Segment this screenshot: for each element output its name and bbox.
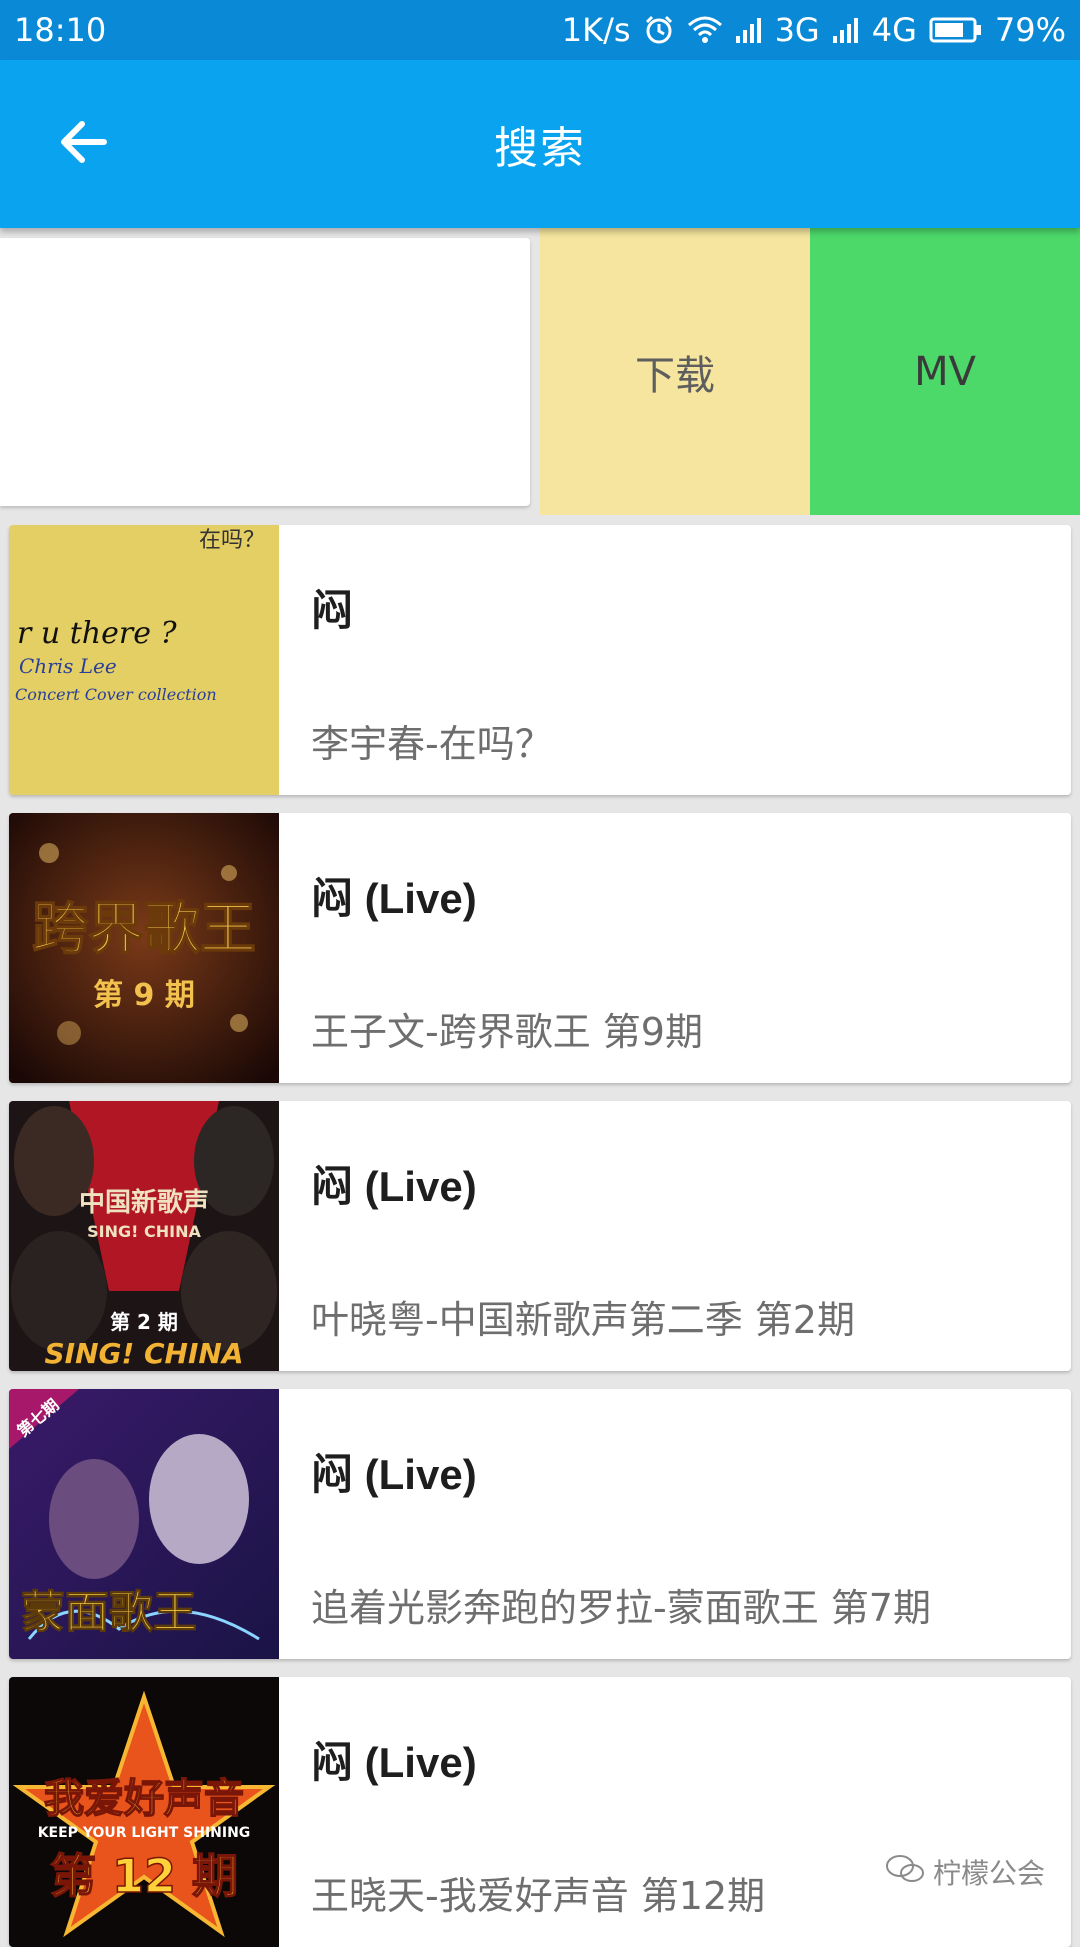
cover-text: 中国新歌声 <box>79 1187 209 1218</box>
album-cover: 跨界歌王 第 9 期 <box>9 813 279 1083</box>
result-item[interactable]: 我爱好声音 KEEP YOUR LIGHT SHINING 第 12 期 闷 (… <box>9 1677 1071 1947</box>
cover-text: 跨界歌王 <box>32 897 256 962</box>
signal-icon <box>735 16 763 44</box>
status-time: 18:10 <box>14 11 107 49</box>
swiped-result-row: 下载 MV <box>0 228 1080 515</box>
sim2-network-type: 4G <box>871 11 917 49</box>
download-button[interactable]: 下载 <box>540 228 810 515</box>
album-cover: 中国新歌声 SING! CHINA 第 2 期 SING! CHINA <box>9 1101 279 1371</box>
album-cover: 第七期 蒙面歌王 <box>9 1389 279 1659</box>
result-item[interactable]: 在吗？ r u there ? Chris Lee Concert Cover … <box>9 525 1071 795</box>
song-title: 闷 <box>311 587 354 634</box>
result-item[interactable]: 第七期 蒙面歌王 闷 (Live) 追着光影奔跑的罗拉-蒙面歌王 第7期 <box>9 1389 1071 1659</box>
song-title: 闷 (Live) <box>311 875 477 922</box>
result-item[interactable]: 中国新歌声 SING! CHINA 第 2 期 SING! CHINA 闷 (L… <box>9 1101 1071 1371</box>
cover-text: 在吗？ <box>199 528 265 553</box>
album-cover: 我爱好声音 KEEP YOUR LIGHT SHINING 第 12 期 <box>9 1677 279 1947</box>
song-subtitle: 王子文-跨界歌王 第9期 <box>311 1010 703 1054</box>
status-bar: 18:10 1K/s 3G 4G 79% <box>0 0 1080 60</box>
cover-text: Concert Cover collection <box>15 685 217 704</box>
watermark: 柠檬公会 <box>885 1852 1045 1892</box>
cover-text: SING! CHINA <box>44 1337 243 1370</box>
song-title: 闷 (Live) <box>311 1739 477 1786</box>
cover-text: 第 9 期 <box>93 978 195 1013</box>
cover-text: 第 12 期 <box>50 1849 238 1903</box>
album-cover: 在吗？ r u there ? Chris Lee Concert Cover … <box>9 525 279 795</box>
cover-text: SING! CHINA <box>87 1222 201 1241</box>
result-item[interactable]: 跨界歌王 第 9 期 闷 (Live) 王子文-跨界歌王 第9期 <box>9 813 1071 1083</box>
watermark-text: 柠檬公会 <box>933 1857 1046 1890</box>
sim1-network-type: 3G <box>774 11 820 49</box>
status-icons: 1K/s 3G 4G 79% <box>562 11 1066 49</box>
song-title: 闷 (Live) <box>311 1451 477 1498</box>
song-subtitle: 追着光影奔跑的罗拉-蒙面歌王 第7期 <box>311 1586 931 1630</box>
song-subtitle: 李宇春-在吗？ <box>311 722 553 766</box>
cover-text: 蒙面歌王 <box>21 1587 197 1638</box>
song-subtitle: 叶晓粤-中国新歌声第二季 第2期 <box>311 1298 855 1342</box>
battery-icon <box>929 17 983 43</box>
alarm-icon <box>643 14 675 46</box>
wechat-icon <box>885 1853 925 1892</box>
song-title: 闷 (Live) <box>311 1163 477 1210</box>
cover-text: KEEP YOUR LIGHT SHINING <box>38 1825 251 1841</box>
signal-icon <box>832 16 860 44</box>
net-speed: 1K/s <box>561 11 631 49</box>
cover-text: 第 2 期 <box>110 1310 178 1334</box>
cover-text: Chris Lee <box>19 654 117 678</box>
song-subtitle: 王晓天-我爱好声音 第12期 <box>311 1874 766 1918</box>
cover-text: r u there ? <box>17 616 177 651</box>
swiped-result-card[interactable] <box>0 238 530 506</box>
app-bar: 搜索 <box>0 60 1080 228</box>
cover-text: 我爱好声音 <box>44 1776 244 1822</box>
wifi-icon <box>687 15 723 45</box>
page-title: 搜索 <box>494 123 586 174</box>
battery-percent: 79% <box>994 11 1066 49</box>
mv-button[interactable]: MV <box>810 228 1080 515</box>
